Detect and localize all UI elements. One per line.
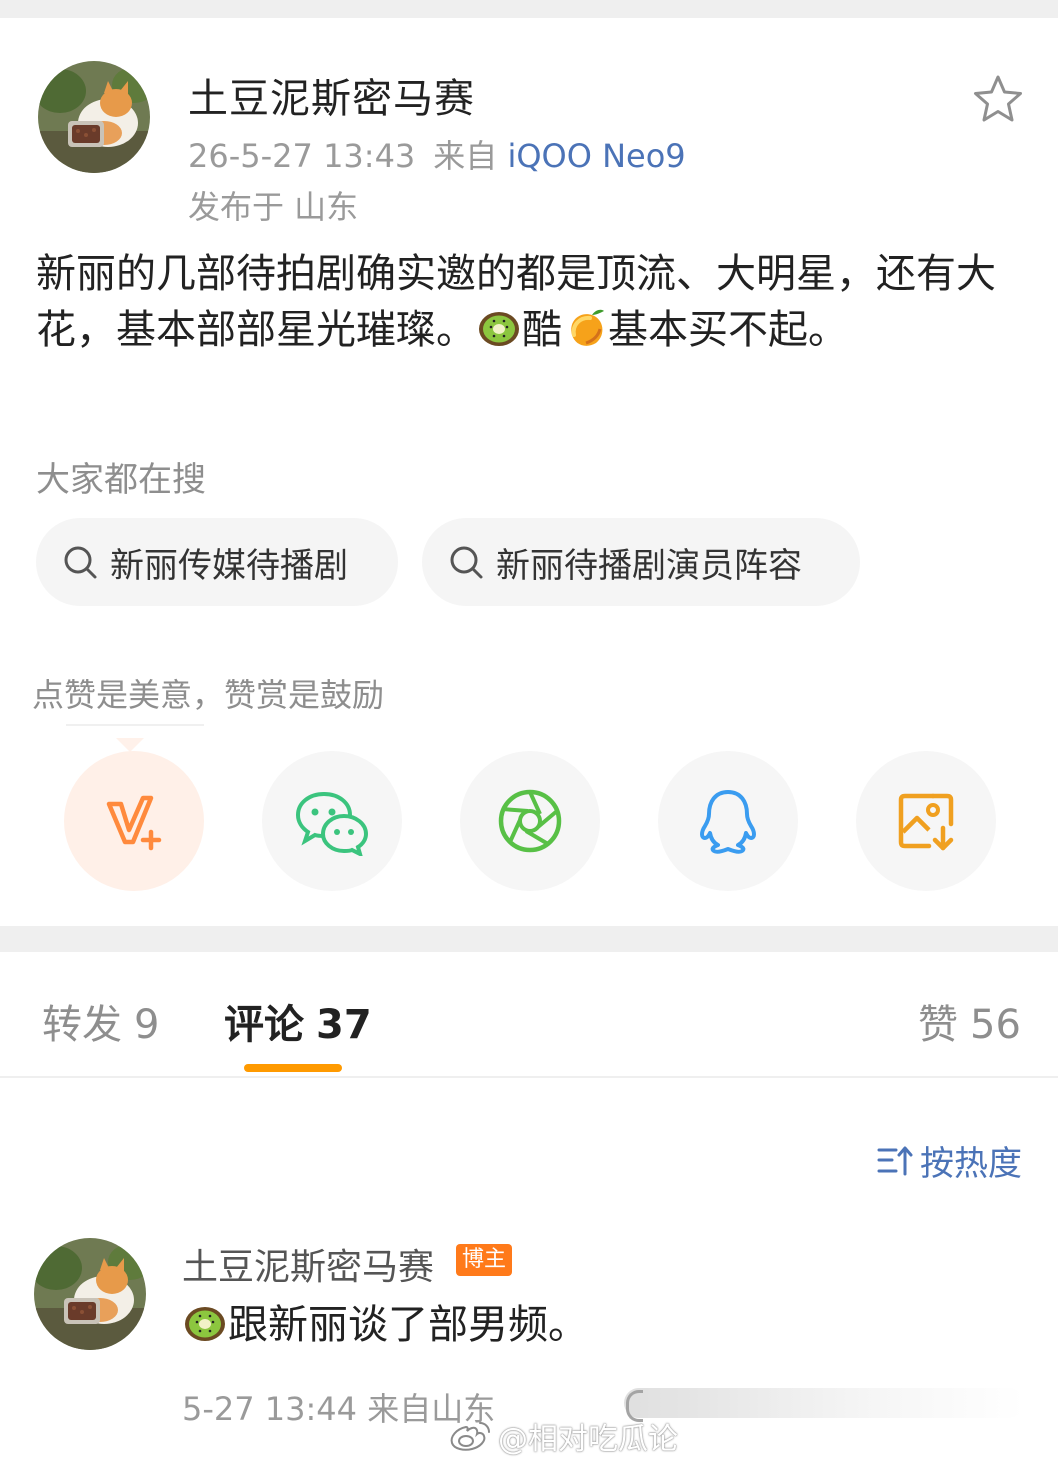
save-image-icon (898, 793, 954, 851)
save-image-button[interactable] (856, 751, 996, 891)
watermark-bar (624, 1388, 1024, 1422)
post-timestamp: 26-5-27 13:43 (188, 137, 416, 175)
active-tab-indicator (244, 1064, 342, 1072)
mango-emoji-icon (571, 309, 604, 346)
qq-icon (700, 790, 756, 854)
device-link[interactable]: iQOO Neo9 (507, 137, 685, 175)
hint-divider (66, 724, 204, 726)
tab-repost-count: 9 (134, 1002, 160, 1048)
top-divider-strip (0, 0, 1058, 18)
kiwi-emoji-icon (185, 1307, 225, 1341)
post-location: 发布于 山东 (188, 188, 359, 226)
section-divider (0, 926, 1058, 952)
post-text-part3: 基本买不起。 (608, 307, 848, 353)
post-meta: 26-5-27 13:43 来自 iQOO Neo9 (188, 131, 686, 177)
share-moments-button[interactable] (460, 751, 600, 891)
v-plus-icon (106, 795, 162, 851)
wechat-icon (295, 791, 369, 856)
reward-hint: 点赞是美意，赞赏是鼓励 (32, 676, 385, 714)
share-v-plus-button[interactable] (64, 751, 204, 891)
search-chip-label: 新丽待播剧演员阵容 (496, 545, 802, 586)
hint-pointer (116, 738, 144, 752)
share-wechat-button[interactable] (262, 751, 402, 891)
kiwi-emoji-icon (479, 312, 519, 346)
author-badge: 博主 (456, 1244, 513, 1276)
sort-icon (877, 1146, 913, 1175)
tab-likes[interactable]: 赞 56 (918, 992, 1021, 1050)
watermark: @相对吃瓜论 (448, 1414, 678, 1458)
sort-label: 按热度 (920, 1144, 1022, 1184)
commenter-avatar[interactable] (34, 1238, 146, 1350)
post-body: 新丽的几部待拍剧确实邀的都是顶流、大明星，还有大花，基本部部星光璀璨。酷基本买不… (36, 246, 1026, 358)
share-qq-button[interactable] (658, 751, 798, 891)
author-name[interactable]: 土豆泥斯密马赛 (188, 66, 475, 124)
moments-icon (498, 789, 562, 853)
search-icon (64, 546, 97, 579)
comment-body: 跟新丽谈了部男频。 (182, 1298, 588, 1352)
search-chip-1[interactable]: 新丽传媒待播剧 (36, 518, 398, 606)
tab-comments-label: 评论 (224, 1002, 304, 1048)
watermark-text: @相对吃瓜论 (498, 1422, 678, 1457)
interaction-tabs: 转发 9 评论 37 赞 56 (0, 952, 1058, 1078)
weibo-logo-icon (450, 1422, 490, 1451)
comment-text: 跟新丽谈了部男频。 (228, 1302, 588, 1348)
post-text-part2: 酷 (522, 307, 562, 353)
trending-search-label: 大家都在搜 (36, 460, 206, 500)
post-card: 土豆泥斯密马赛 26-5-27 13:43 来自 iQOO Neo9 发布于 山东… (0, 18, 1058, 926)
search-icon (450, 546, 483, 579)
tab-repost[interactable]: 转发 9 (42, 992, 159, 1050)
favorite-star-icon[interactable] (970, 72, 1026, 128)
tab-likes-label: 赞 (918, 1002, 958, 1048)
source-prefix: 来自 (433, 137, 498, 175)
tab-likes-count: 56 (970, 1002, 1021, 1048)
search-chip-2[interactable]: 新丽待播剧演员阵容 (422, 518, 860, 606)
tab-repost-label: 转发 (42, 1002, 122, 1048)
tab-comments[interactable]: 评论 37 (224, 992, 372, 1050)
commenter-name[interactable]: 土豆泥斯密马赛 (182, 1238, 434, 1290)
author-avatar[interactable] (38, 61, 150, 173)
tab-comments-count: 37 (316, 1002, 372, 1048)
search-chip-label: 新丽传媒待播剧 (110, 545, 348, 586)
sort-button[interactable]: 按热度 (876, 1136, 1022, 1185)
